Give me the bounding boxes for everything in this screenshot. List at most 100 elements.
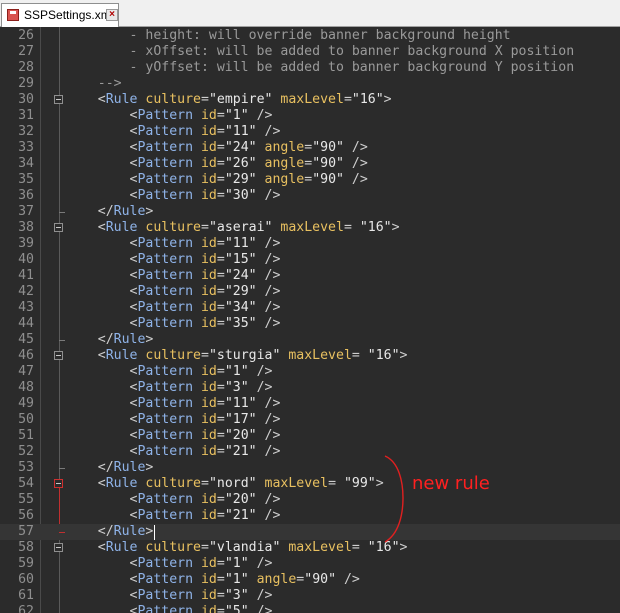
code-line[interactable]: 42 <Pattern id="29" /> — [0, 284, 620, 300]
code-line[interactable]: 60 <Pattern id="1" angle="90" /> — [0, 572, 620, 588]
line-code: <Pattern id="3" /> — [66, 380, 273, 396]
code-line[interactable]: 30 <Rule culture="empire" maxLevel="16"> — [0, 92, 620, 108]
code-token: Pattern — [137, 124, 194, 139]
code-line[interactable]: 40 <Pattern id="15" /> — [0, 252, 620, 268]
code-token: /> — [256, 188, 281, 203]
code-token: Pattern — [137, 380, 194, 395]
code-token: = — [216, 284, 225, 299]
fold-toggle-icon[interactable] — [54, 351, 63, 360]
code-line[interactable]: 36 <Pattern id="30" /> — [0, 188, 620, 204]
code-token: = — [216, 604, 225, 613]
code-token: < — [66, 572, 138, 587]
code-token: > — [145, 460, 154, 475]
code-token: /> — [256, 268, 281, 283]
code-token: "30" — [224, 188, 257, 203]
code-line[interactable]: 58 <Rule culture="vlandia" maxLevel= "16… — [0, 540, 620, 556]
code-token: < — [66, 492, 138, 507]
code-line[interactable]: 34 <Pattern id="26" angle="90" /> — [0, 156, 620, 172]
code-token: "3" — [224, 588, 249, 603]
code-token: = — [216, 556, 225, 571]
code-line[interactable]: 59 <Pattern id="1" /> — [0, 556, 620, 572]
code-token: "aserai" — [208, 220, 273, 235]
code-line[interactable]: 56 <Pattern id="21" /> — [0, 508, 620, 524]
code-token: culture — [137, 348, 201, 363]
line-number: 56 — [18, 508, 34, 523]
code-line[interactable]: 53 </Rule> — [0, 460, 620, 476]
code-token: id — [193, 156, 217, 171]
code-token: id — [193, 508, 217, 523]
code-line[interactable]: 47 <Pattern id="1" /> — [0, 364, 620, 380]
code-line[interactable]: 27 - xOffset: will be added to banner ba… — [0, 44, 620, 60]
code-line[interactable]: 62 <Pattern id="5" /> — [0, 604, 620, 613]
code-line[interactable]: 49 <Pattern id="11" /> — [0, 396, 620, 412]
code-line[interactable]: 50 <Pattern id="17" /> — [0, 412, 620, 428]
code-line[interactable]: 45 </Rule> — [0, 332, 620, 348]
code-line[interactable]: 29 --> — [0, 76, 620, 92]
code-token: id — [193, 588, 217, 603]
code-line[interactable]: 44 <Pattern id="35" /> — [0, 316, 620, 332]
code-token: maxLevel — [272, 220, 344, 235]
code-line[interactable]: 35 <Pattern id="29" angle="90" /> — [0, 172, 620, 188]
line-code: - xOffset: will be added to banner backg… — [66, 44, 575, 60]
tab-sspsettings[interactable]: SSPSettings.xml × — [1, 3, 119, 27]
line-number: 31 — [18, 108, 34, 123]
code-token: "15" — [224, 252, 257, 267]
code-token: /> — [248, 380, 273, 395]
line-number: 59 — [18, 556, 34, 571]
code-line[interactable]: 51 <Pattern id="20" /> — [0, 428, 620, 444]
fold-toggle-icon[interactable] — [54, 95, 63, 104]
fold-toggle-icon[interactable] — [54, 223, 63, 232]
code-token: "empire" — [208, 92, 273, 107]
line-number: 57 — [18, 524, 34, 539]
code-token: Rule — [113, 332, 146, 347]
code-line[interactable]: 26 - height: will override banner backgr… — [0, 28, 620, 44]
code-line[interactable]: 41 <Pattern id="24" /> — [0, 268, 620, 284]
code-line[interactable]: 46 <Rule culture="sturgia" maxLevel= "16… — [0, 348, 620, 364]
close-tab-icon[interactable]: × — [106, 9, 118, 21]
line-code: <Pattern id="3" /> — [66, 588, 273, 604]
code-line[interactable]: 52 <Pattern id="21" /> — [0, 444, 620, 460]
line-code: <Pattern id="24" angle="90" /> — [66, 140, 368, 156]
fold-toggle-icon[interactable] — [54, 479, 63, 488]
code-line[interactable]: 55 <Pattern id="20" /> — [0, 492, 620, 508]
line-number: 32 — [18, 124, 34, 139]
code-token: = — [216, 588, 225, 603]
code-token: < — [66, 220, 106, 235]
code-token: /> — [256, 428, 281, 443]
code-line[interactable]: 28 - yOffset: will be added to banner ba… — [0, 60, 620, 76]
code-line[interactable]: 37 </Rule> — [0, 204, 620, 220]
code-token: /> — [256, 316, 281, 331]
line-number: 28 — [18, 60, 34, 75]
code-token: id — [193, 412, 217, 427]
line-number: 33 — [18, 140, 34, 155]
code-token: = — [201, 220, 209, 235]
fold-toggle-icon[interactable] — [54, 543, 63, 552]
code-token: < — [66, 252, 138, 267]
line-code: <Pattern id="26" angle="90" /> — [66, 156, 368, 172]
code-line[interactable]: 33 <Pattern id="24" angle="90" /> — [0, 140, 620, 156]
code-line[interactable]: 54 <Rule culture="nord" maxLevel= "99"> — [0, 476, 620, 492]
code-token: "90" — [304, 572, 337, 587]
line-number: 42 — [18, 284, 34, 299]
code-line[interactable]: 31 <Pattern id="1" /> — [0, 108, 620, 124]
code-token: /> — [248, 588, 273, 603]
code-editor[interactable]: 26 - height: will override banner backgr… — [0, 27, 620, 613]
code-token: /> — [256, 396, 281, 411]
fold-end-marker — [59, 340, 65, 341]
code-line[interactable]: 38 <Rule culture="aserai" maxLevel= "16"… — [0, 220, 620, 236]
code-line[interactable]: 32 <Pattern id="11" /> — [0, 124, 620, 140]
code-token: < — [66, 476, 106, 491]
code-line[interactable]: 48 <Pattern id="3" /> — [0, 380, 620, 396]
code-token: /> — [256, 412, 281, 427]
code-token: < — [66, 348, 106, 363]
code-token: = — [304, 156, 313, 171]
code-token: "90" — [312, 156, 344, 171]
code-line[interactable]: 43 <Pattern id="34" /> — [0, 300, 620, 316]
code-token: < — [66, 140, 138, 155]
code-token: - yOffset: will be added to banner backg… — [66, 60, 575, 75]
code-token: Pattern — [137, 556, 194, 571]
code-line[interactable]: 57 </Rule> — [0, 524, 620, 540]
code-line[interactable]: 61 <Pattern id="3" /> — [0, 588, 620, 604]
code-token: maxLevel — [280, 540, 352, 555]
code-line[interactable]: 39 <Pattern id="11" /> — [0, 236, 620, 252]
